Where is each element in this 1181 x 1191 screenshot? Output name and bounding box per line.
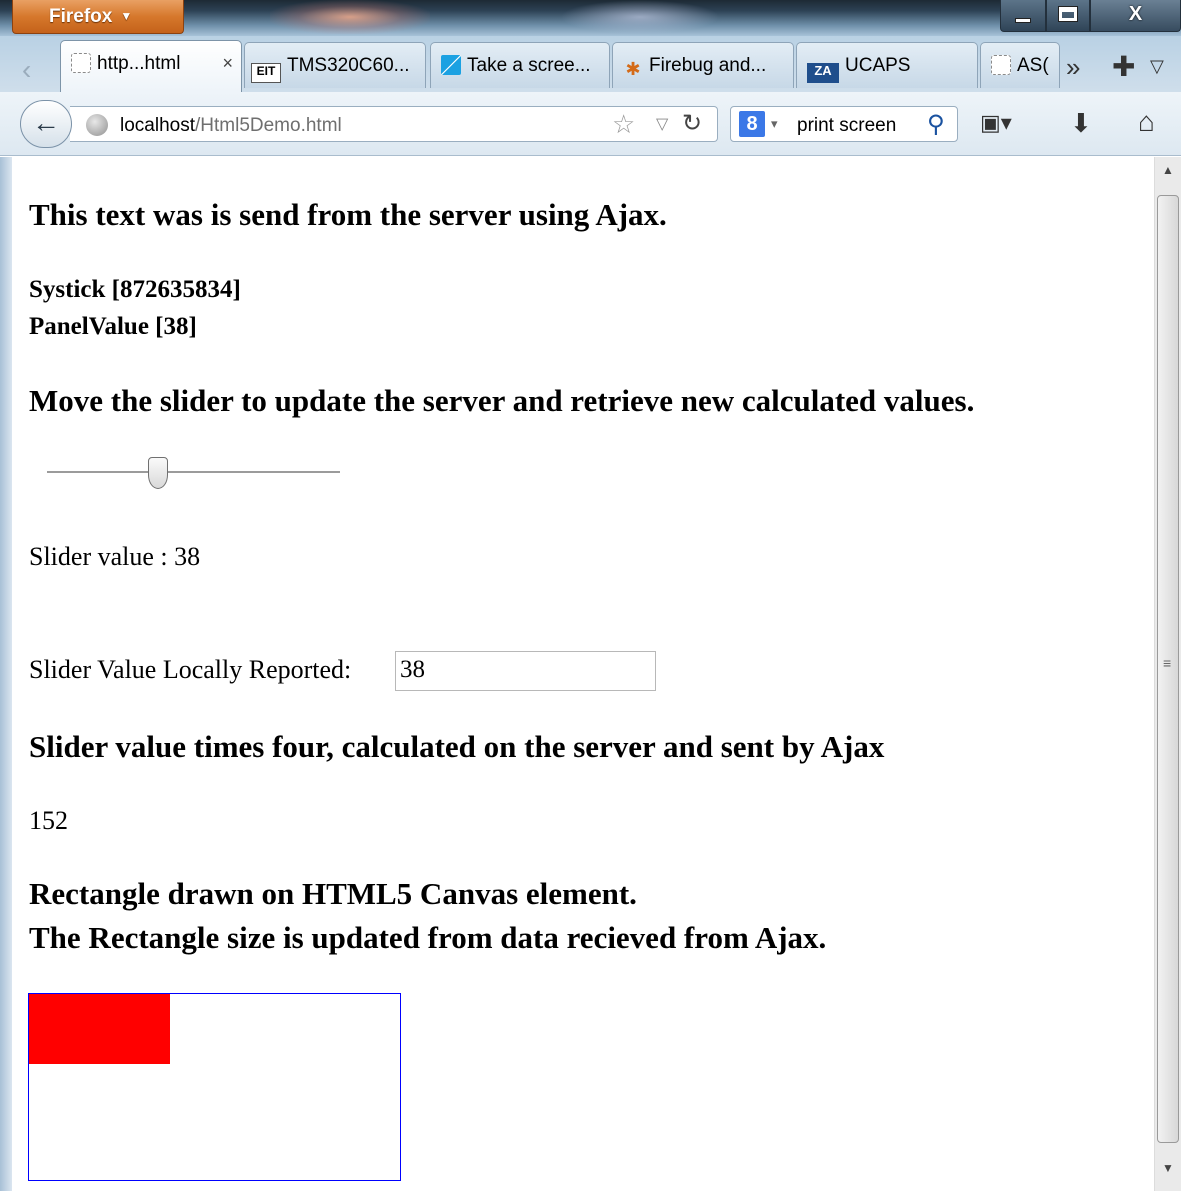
reload-icon[interactable]: ↻ bbox=[682, 109, 702, 138]
window-title-bar: Firefox ▼ X bbox=[0, 0, 1181, 36]
download-arrow-icon: ⬇ bbox=[1070, 108, 1092, 138]
title-bar-glow bbox=[270, 0, 430, 34]
local-value-label: Slider Value Locally Reported: bbox=[29, 655, 352, 684]
canvas-rectangle bbox=[29, 994, 170, 1064]
times-four-value: 152 bbox=[29, 806, 68, 835]
scroll-down-arrow-icon[interactable]: ▼ bbox=[1155, 1161, 1181, 1175]
canvas-heading-line-2: The Rectangle size is updated from data … bbox=[29, 920, 827, 955]
tab-strip: http...html × EIT TMS320C60... Take a scr… bbox=[0, 36, 1181, 92]
page-content: This text was is send from the server us… bbox=[12, 157, 1154, 1191]
tab-firebug[interactable]: ✱ Firebug and... bbox=[612, 42, 794, 88]
tab-label: Firebug and... bbox=[649, 55, 767, 76]
new-tab-icon[interactable]: ✚ bbox=[1112, 50, 1135, 83]
close-icon: X bbox=[1128, 3, 1143, 25]
tab-label: TMS320C60... bbox=[287, 55, 410, 76]
tab-scroll-left-icon[interactable]: ‹ bbox=[22, 54, 31, 86]
scroll-up-arrow-icon[interactable]: ▲ bbox=[1155, 163, 1181, 177]
search-input[interactable]: print screen bbox=[797, 115, 896, 137]
slider-heading: Move the slider to update the server and… bbox=[29, 383, 975, 418]
chevron-down-icon: ▼ bbox=[120, 9, 133, 23]
chevron-down-icon[interactable]: ▾ bbox=[771, 116, 778, 132]
tab-take-a-screenshot[interactable]: Take a scree... bbox=[430, 42, 610, 88]
panelvalue-line: PanelValue [38] bbox=[29, 313, 197, 340]
navigation-toolbar: localhost/Html5Demo.html ☆ ▽ ↻ ← 8 ▾ pri… bbox=[0, 92, 1181, 156]
url-bar[interactable]: localhost/Html5Demo.html ☆ ▽ ↻ bbox=[70, 106, 718, 142]
bookmarks-menu-button[interactable]: ▣▾ bbox=[980, 110, 1020, 138]
slider-track[interactable] bbox=[47, 471, 340, 473]
times-four-heading: Slider value times four, calculated on t… bbox=[29, 729, 885, 764]
search-bar[interactable]: 8 ▾ print screen ⚲ bbox=[730, 106, 958, 142]
maximize-icon bbox=[1058, 6, 1078, 22]
history-dropdown-icon[interactable]: ▽ bbox=[656, 114, 668, 134]
tab-html5demo[interactable]: http...html × bbox=[60, 40, 242, 92]
home-button[interactable]: ⌂ bbox=[1138, 106, 1155, 138]
tab-as[interactable]: AS( bbox=[980, 42, 1060, 88]
url-path: /Html5Demo.html bbox=[195, 115, 342, 136]
minimize-icon bbox=[1015, 18, 1031, 23]
intro-heading: This text was is send from the server us… bbox=[29, 197, 667, 232]
url-text[interactable]: localhost/Html5Demo.html bbox=[120, 115, 342, 137]
ucaps-icon: ZA bbox=[807, 63, 839, 83]
site-identity-icon[interactable] bbox=[86, 114, 108, 136]
search-icon[interactable]: ⚲ bbox=[927, 110, 945, 139]
slider-thumb[interactable] bbox=[148, 457, 169, 489]
tab-label: AS( bbox=[1017, 55, 1049, 76]
list-all-tabs-icon[interactable]: ▽ bbox=[1150, 56, 1164, 77]
local-value-field[interactable]: 38 bbox=[395, 651, 656, 691]
home-icon: ⌂ bbox=[1138, 106, 1155, 137]
google-search-engine-icon[interactable]: 8 bbox=[739, 111, 765, 137]
firefox-menu-button[interactable]: Firefox ▼ bbox=[12, 0, 184, 34]
tab-label: UCAPS bbox=[845, 55, 911, 76]
tab-label: http...html bbox=[97, 53, 181, 74]
bookmark-star-icon[interactable]: ☆ bbox=[612, 109, 635, 140]
vertical-scrollbar[interactable]: ▲ ≡ ▼ bbox=[1154, 157, 1181, 1191]
tab-tms320c60[interactable]: EIT TMS320C60... bbox=[244, 42, 426, 88]
downloads-button[interactable]: ⬇ bbox=[1070, 108, 1092, 139]
back-button[interactable]: ← bbox=[20, 100, 72, 148]
tab-scroll-right-icon[interactable]: » bbox=[1066, 52, 1080, 83]
scrollbar-thumb[interactable]: ≡ bbox=[1157, 195, 1179, 1143]
back-arrow-icon: ← bbox=[32, 107, 60, 138]
tab-label: Take a scree... bbox=[467, 55, 591, 76]
firebug-icon: ✱ bbox=[625, 59, 641, 79]
bookmarks-icon: ▣▾ bbox=[980, 110, 1012, 135]
html5-canvas bbox=[28, 993, 401, 1181]
blank-page-icon bbox=[71, 53, 91, 73]
close-window-button[interactable]: X bbox=[1090, 0, 1181, 32]
slider-value-text: Slider value : 38 bbox=[29, 542, 201, 571]
blank-page-icon bbox=[991, 55, 1011, 75]
maximize-button[interactable] bbox=[1046, 0, 1090, 32]
eit-icon: EIT bbox=[251, 63, 281, 83]
close-tab-icon[interactable]: × bbox=[222, 53, 233, 74]
firefox-menu-label: Firefox bbox=[49, 6, 113, 27]
title-bar-glow bbox=[560, 0, 720, 34]
tab-ucaps[interactable]: ZA UCAPS bbox=[796, 42, 978, 88]
scrollbar-grip-icon: ≡ bbox=[1163, 655, 1172, 671]
systick-line: Systick [872635834] bbox=[29, 276, 241, 303]
url-host: localhost bbox=[120, 115, 195, 136]
window-left-border bbox=[0, 157, 12, 1191]
windows-icon bbox=[441, 55, 461, 75]
canvas-heading-line-1: Rectangle drawn on HTML5 Canvas element. bbox=[29, 876, 637, 911]
minimize-button[interactable] bbox=[1000, 0, 1046, 32]
